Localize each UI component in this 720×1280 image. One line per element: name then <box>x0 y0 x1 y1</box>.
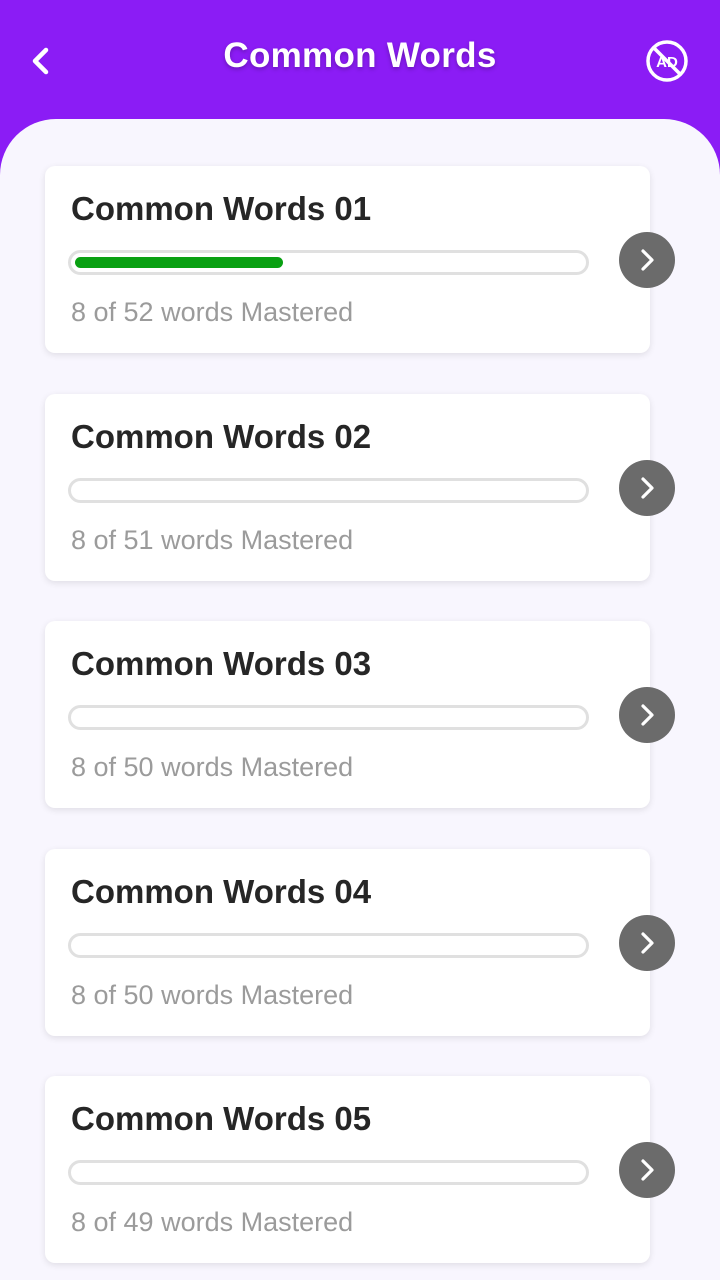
progress-bar <box>68 1160 589 1185</box>
chevron-right-icon <box>641 1159 654 1181</box>
lesson-title: Common Words 01 <box>71 190 372 227</box>
lesson-title: Common Words 04 <box>71 873 372 910</box>
open-lesson-button[interactable] <box>619 460 675 516</box>
lesson-card-05[interactable]: Common Words 05 8 of 49 words Mastered <box>45 1076 675 1263</box>
lesson-list: Common Words 01 8 of 52 words Mastered C… <box>0 119 720 1280</box>
lesson-card-03[interactable]: Common Words 03 8 of 50 words Mastered <box>45 621 675 808</box>
chevron-right-icon <box>641 932 654 954</box>
mastered-count: 8 of 51 words Mastered <box>71 525 354 555</box>
open-lesson-button[interactable] <box>619 687 675 743</box>
lesson-card-04[interactable]: Common Words 04 8 of 50 words Mastered <box>45 849 675 1036</box>
lesson-title: Common Words 05 <box>71 1100 372 1137</box>
progress-bar <box>68 933 589 958</box>
lesson-title: Common Words 03 <box>71 645 372 682</box>
open-lesson-button[interactable] <box>619 915 675 971</box>
mastered-count: 8 of 49 words Mastered <box>71 1207 354 1237</box>
mastered-count: 8 of 52 words Mastered <box>71 297 354 327</box>
chevron-right-icon <box>641 477 654 499</box>
lesson-title: Common Words 02 <box>71 418 372 455</box>
chevron-right-icon <box>641 704 654 726</box>
page-title: Common Words <box>223 36 497 75</box>
open-lesson-button[interactable] <box>619 1142 675 1198</box>
lesson-card-01[interactable]: Common Words 01 8 of 52 words Mastered <box>45 166 675 353</box>
mastered-count: 8 of 50 words Mastered <box>71 980 354 1010</box>
progress-bar <box>68 705 589 730</box>
chevron-right-icon <box>641 249 654 271</box>
progress-bar <box>68 478 589 503</box>
remove-ads-button[interactable]: AD <box>642 36 692 86</box>
no-ads-icon: AD <box>646 40 688 82</box>
lesson-card-02[interactable]: Common Words 02 8 of 51 words Mastered <box>45 394 675 581</box>
progress-bar <box>68 250 589 275</box>
mastered-count: 8 of 50 words Mastered <box>71 752 354 782</box>
progress-fill <box>75 257 283 268</box>
open-lesson-button[interactable] <box>619 232 675 288</box>
